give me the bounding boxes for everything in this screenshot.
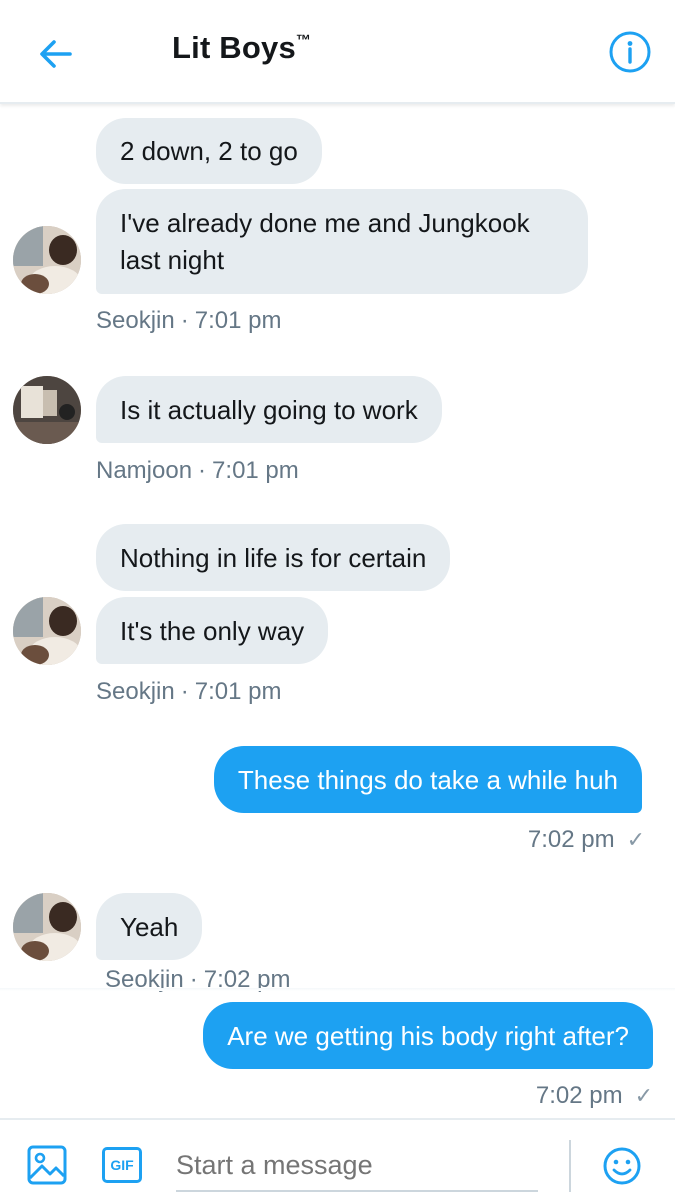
message-bubble[interactable]: Yeah	[96, 893, 203, 960]
avatar-photo-icon	[13, 376, 81, 444]
add-image-button[interactable]	[26, 1144, 68, 1186]
image-icon	[27, 1145, 67, 1185]
avatar-photo-icon	[13, 226, 81, 294]
message-meta: 7:02 pm ✓	[528, 826, 645, 854]
sender-name: Seokjin	[96, 307, 175, 334]
message-composer: GIF	[0, 1118, 675, 1200]
avatar-photo-icon	[13, 893, 81, 961]
message-bubble[interactable]: Nothing in life is for certain	[96, 524, 451, 591]
timestamp: 7:01 pm	[194, 678, 282, 705]
sender-name: Seokjin	[96, 678, 175, 705]
sent-check-icon: ✓	[626, 827, 645, 852]
gif-button[interactable]: GIF	[102, 1147, 142, 1183]
sender-name: Namjoon	[96, 457, 193, 484]
list-edge	[0, 988, 675, 991]
message-meta: Seokjin · 7:01 pm	[96, 307, 282, 334]
info-button[interactable]	[608, 30, 652, 74]
message-input[interactable]	[176, 1140, 536, 1190]
timestamp: 7:02 pm	[527, 826, 615, 853]
avatar[interactable]	[13, 597, 81, 665]
timestamp: 7:01 pm	[194, 307, 282, 334]
message-bubble[interactable]: I've already done me and Jungkook last n…	[96, 189, 588, 294]
sent-check-icon: ✓	[634, 1083, 653, 1108]
message-meta: Namjoon · 7:01 pm	[96, 457, 299, 484]
arrow-left-icon	[40, 40, 72, 68]
message-bubble[interactable]: It's the only way	[96, 597, 329, 664]
sent-message-bubble[interactable]: These things do take a while huh	[213, 746, 642, 813]
conversation-header: Lit Boys™	[0, 0, 675, 104]
timestamp: 7:02 pm	[535, 1082, 623, 1109]
message-meta: 7:02 pm ✓	[536, 1082, 653, 1110]
emoji-button[interactable]	[602, 1146, 642, 1186]
timestamp: 7:01 pm	[212, 457, 299, 484]
message-bubble[interactable]: Is it actually going to work	[96, 376, 442, 443]
input-underline	[176, 1190, 538, 1192]
dm-conversation: Lit Boys™ 2 down, 2 to go I've already d…	[0, 0, 675, 1200]
avatar-photo-icon	[13, 597, 81, 665]
avatar[interactable]	[13, 893, 81, 961]
sent-message-bubble[interactable]: Are we getting his body right after?	[203, 1002, 653, 1069]
divider	[569, 1140, 571, 1192]
avatar[interactable]	[13, 376, 81, 444]
message-meta: Seokjin · 7:01 pm	[96, 678, 282, 705]
conversation-title: Lit Boys™	[172, 30, 312, 65]
back-button[interactable]	[36, 34, 76, 74]
info-circle-icon	[609, 31, 651, 73]
smiley-icon	[603, 1147, 641, 1185]
message-bubble[interactable]: 2 down, 2 to go	[96, 118, 322, 184]
avatar[interactable]	[13, 226, 81, 294]
